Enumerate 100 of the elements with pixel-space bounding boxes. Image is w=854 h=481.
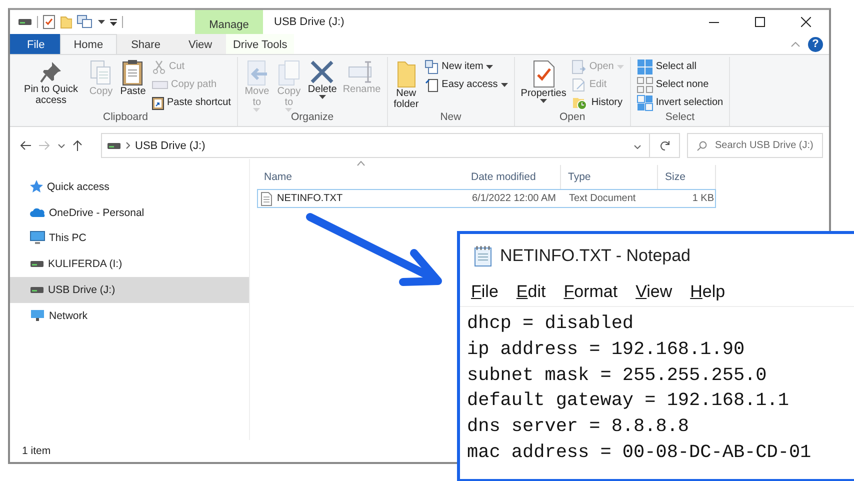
caret-icon [616,64,624,68]
windows-icon [77,15,93,29]
ribbon-tab[interactable]: Drive Tools [226,34,294,54]
drive-icon [30,286,44,294]
ribbon-tab[interactable]: View [174,34,226,54]
ribbon-group-label: Clipboard [102,111,149,125]
properties-icon [530,59,557,89]
caret-icon [500,82,508,86]
folder-icon [60,15,72,29]
navigation-item[interactable]: USB Drive (J:) [10,277,249,303]
menu-item[interactable]: View [632,282,680,302]
chevron-down-icon [634,144,641,148]
folder-copy-icon [276,59,302,87]
text-line: dhcp = disabled [467,312,635,336]
network-icon [30,309,45,322]
select-none-icon [636,76,653,92]
column-header[interactable]: Date modified [464,165,561,189]
ribbon-tab[interactable]: Home [60,34,118,54]
text-file-icon [261,192,272,206]
folder-icon [395,59,418,89]
up-arrow-icon [73,140,82,151]
ribbon-button[interactable]: History [570,94,626,111]
close-icon [801,17,811,27]
caret-icon [540,99,548,103]
text-line: dns server = 8.8.8.8 [467,415,690,440]
edit-icon [572,78,586,92]
ribbon-button[interactable]: New item [422,58,510,75]
navigation-item[interactable]: Network [10,302,249,329]
ribbon-group-label: Open [558,111,586,125]
ribbon-button[interactable]: Select all [634,58,726,75]
table-cell: 6/1/2022 12:00 AM [472,193,556,204]
ribbon-button[interactable]: Easy access [422,76,510,93]
collapse-ribbon-icon [791,42,800,46]
delete-x-icon [309,59,336,85]
ribbon-tab[interactable]: Share [117,34,174,54]
forward-arrow-icon [39,141,50,150]
file-name: NETINFO.TXT [277,193,343,204]
caret-icon [486,64,494,68]
ribbon-button[interactable]: New folder [392,57,421,110]
navigation-item[interactable]: This PC [10,226,249,252]
text-line: subnet mask = 255.255.255.0 [467,364,768,388]
document-check-icon [43,15,55,29]
notepad-icon [474,244,492,266]
address-bar[interactable]: USB Drive (J:) [101,133,650,158]
ribbon-tab[interactable]: File [10,34,60,54]
navigation-item[interactable]: KULIFERDA (I:) [10,251,249,278]
chevron-right-icon [126,142,130,149]
select-all-icon [636,58,653,74]
navigation-item[interactable]: Quick access [10,174,249,200]
search-icon [697,141,707,151]
scissors-icon [152,60,166,74]
item-count: 1 item [22,445,51,457]
customize-caret-icon [110,18,117,26]
column-header[interactable]: Size [658,165,716,189]
history-icon [572,96,588,110]
contextual-tab-header: Manage [195,10,263,34]
caret-icon [318,95,326,99]
back-arrow-icon [20,141,31,150]
search-field[interactable]: Search USB Drive (J:) [687,133,823,158]
caret-icon [285,108,292,112]
drive-icon [18,18,32,26]
ribbon-button[interactable]: Paste [118,57,148,97]
text-line: ip address = 192.168.1.90 [467,338,746,362]
sort-ascending-icon [357,161,365,166]
window-title: NETINFO.TXT - Notepad [500,246,691,266]
breadcrumb[interactable]: USB Drive (J:) [135,140,206,152]
caret-icon [98,20,105,24]
refresh-icon [660,140,670,150]
ribbon-button[interactable]: Pin to Quick access [18,57,84,106]
new-item-icon [424,60,439,74]
menu-item[interactable]: File [468,282,506,302]
ribbon-button[interactable]: Select none [634,76,726,93]
text-line: mac address = 00-08-DC-AB-CD-01 [467,440,812,465]
chevron-down-icon [58,144,65,148]
open-icon [572,60,586,74]
navigation-item[interactable]: OneDrive - Personal [10,200,249,226]
ribbon-button[interactable]: Properties [518,57,568,101]
refresh-button[interactable] [650,133,680,158]
menu-item[interactable]: Edit [513,282,553,302]
drive-icon [107,142,121,150]
ribbon-group-label: Select [664,111,696,125]
table-cell: Text Document [569,193,636,204]
clipboard-shortcut-icon [152,96,164,110]
column-header[interactable]: Name [257,165,464,189]
menu-item[interactable]: Format [560,282,625,302]
window-title: USB Drive (J:) [273,15,346,30]
cloud-icon [30,208,45,218]
ribbon-button[interactable]: Paste shortcut [150,94,233,111]
maximize-icon [755,17,765,27]
pin-icon [38,59,64,85]
caret-icon [253,108,260,112]
ribbon-group-label: New [439,111,462,125]
column-header[interactable]: Type [561,165,658,189]
ribbon-button[interactable]: Invert selection [634,94,726,111]
ribbon-button[interactable]: Delete [306,57,339,97]
menu-item[interactable]: Help [687,282,732,302]
star-icon [30,180,43,194]
file-row[interactable]: NETINFO.TXT 6/1/2022 12:00 AM Text Document 1 KB [257,189,716,208]
help-button[interactable]: ? [808,36,823,52]
text-line: default gateway = 192.168.1.1 [467,389,790,414]
